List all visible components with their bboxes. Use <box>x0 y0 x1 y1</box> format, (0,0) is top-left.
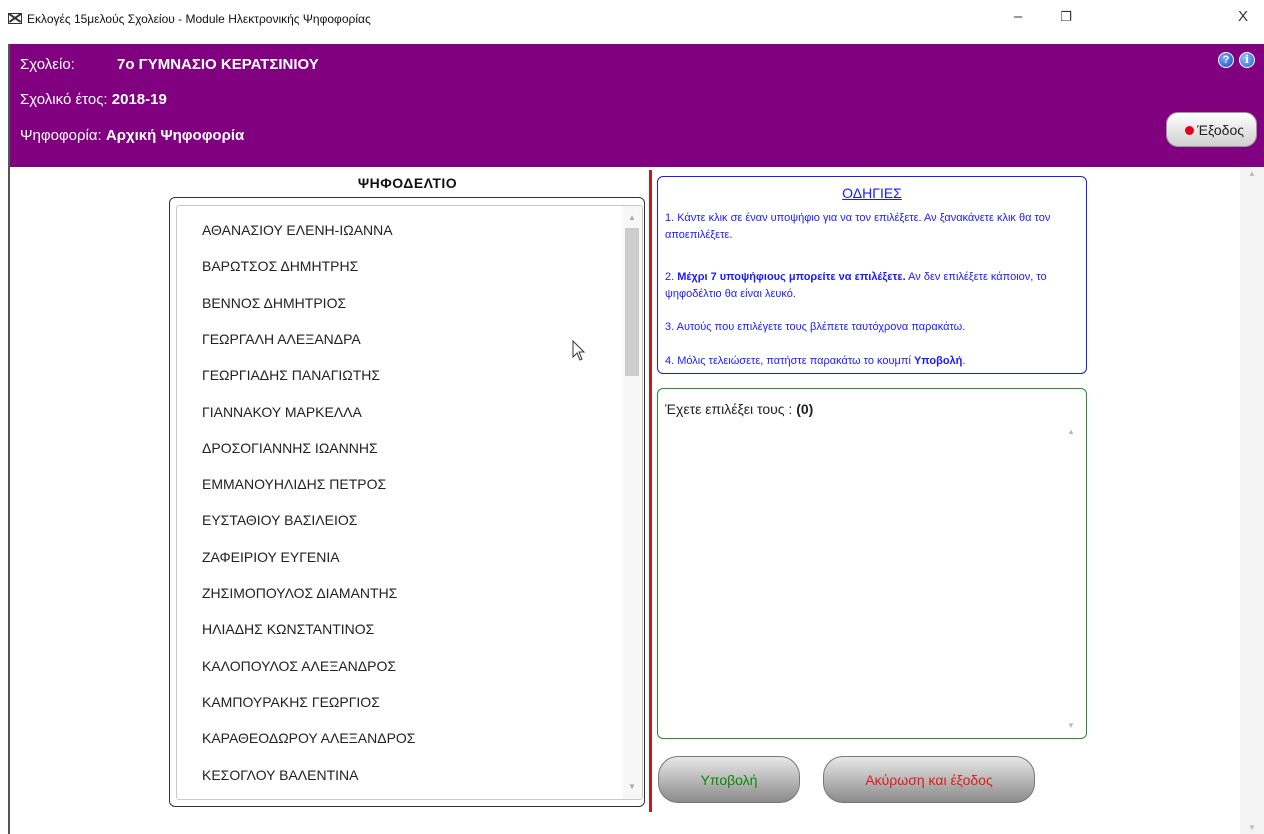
mouse-pointer-icon <box>572 340 586 361</box>
candidate-list-scrollbar[interactable]: ▲ ▼ <box>622 206 642 799</box>
red-dot-icon <box>1185 126 1194 135</box>
selected-label: Έχετε επιλέξει τους : (0) <box>665 401 813 417</box>
selected-count: (0) <box>796 401 814 417</box>
candidate-item[interactable]: ΚΑΜΠΟΥΡΑΚΗΣ ΓΕΩΡΓΙΟΣ <box>202 694 380 710</box>
vote-label: Ψηφοφορία: <box>20 127 102 144</box>
instructions-panel: ΟΔΗΓΙΕΣ 1. Κάντε κλικ σε έναν υποψήφιο γ… <box>657 176 1087 374</box>
scroll-up-icon[interactable]: ▲ <box>622 210 642 226</box>
instruction-2-bold: Μέχρι 7 υποψήφιους μπορείτε να επιλέξετε… <box>677 271 906 283</box>
help-icon[interactable]: ? <box>1218 52 1234 68</box>
school-row: Σχολείο: 7ο ΓΥΜΝΑΣΙΟ ΚΕΡΑΤΣΙΝΙΟΥ <box>20 56 319 73</box>
school-value: 7ο ΓΥΜΝΑΣΙΟ ΚΕΡΑΤΣΙΝΙΟΥ <box>117 56 319 73</box>
cancel-and-exit-button[interactable]: Ακύρωση και έξοδος <box>823 756 1035 803</box>
candidate-item[interactable]: ΕΥΣΤΑΘΙΟΥ ΒΑΣΙΛΕΙΟΣ <box>202 512 357 528</box>
school-label: Σχολείο: <box>20 56 75 73</box>
instruction-4: 4. Μόλις τελειώσετε, πατήστε παρακάτω το… <box>665 353 1080 370</box>
close-button[interactable]: X <box>1228 6 1258 28</box>
vote-value: Αρχική Ψηφοφορία <box>105 127 245 144</box>
candidate-item[interactable]: ΓΕΩΡΓΑΛΗ ΑΛΕΞΑΝΔΡΑ <box>202 331 361 347</box>
candidate-item[interactable]: ΑΘΑΝΑΣΙΟΥ ΕΛΕΝΗ-ΙΩΑΝΝΑ <box>202 222 393 238</box>
candidate-item[interactable]: ΒΕΝΝΟΣ ΔΗΜΗΤΡΙΟΣ <box>202 295 346 311</box>
scroll-down-icon[interactable]: ▼ <box>622 779 642 795</box>
instruction-3: 3. Αυτούς που επιλέγετε τους βλέπετε ταυ… <box>665 321 966 333</box>
exit-button[interactable]: Έξοδος <box>1166 112 1257 147</box>
candidate-item[interactable]: ΓΙΑΝΝΑΚΟΥ ΜΑΡΚΕΛΛΑ <box>202 404 362 420</box>
page-scrollbar[interactable]: ▲ ▼ <box>1240 167 1264 834</box>
candidate-item[interactable]: ΚΑΛΟΠΟΥΛΟΣ ΑΛΕΞΑΝΔΡΟΣ <box>202 658 396 674</box>
submit-button[interactable]: Υποβολή <box>658 756 800 803</box>
minimize-button[interactable]: – <box>1003 6 1033 28</box>
maximize-button[interactable]: ❐ <box>1051 6 1081 28</box>
instructions-title: ΟΔΗΓΙΕΣ <box>842 185 902 201</box>
candidate-item[interactable]: ΖΗΣΙΜΟΠΟΥΛΟΣ ΔΙΑΜΑΝΤΗΣ <box>202 585 397 601</box>
selected-label-text: Έχετε επιλέξει τους : <box>665 401 797 417</box>
scroll-up-icon[interactable]: ▲ <box>1240 169 1264 178</box>
header-banner: Σχολείο: 7ο ΓΥΜΝΑΣΙΟ ΚΕΡΑΤΣΙΝΙΟΥ Σχολικό… <box>10 44 1264 167</box>
scroll-thumb[interactable] <box>625 228 639 376</box>
candidate-item[interactable]: ΗΛΙΑΔΗΣ ΚΩΝΣΤΑΝΤΙΝΟΣ <box>202 621 374 637</box>
candidate-list[interactable]: ΑΘΑΝΑΣΙΟΥ ΕΛΕΝΗ-ΙΩΑΝΝΑ ΒΑΡΩΤΣΟΣ ΔΗΜΗΤΡΗΣ Β… <box>176 205 643 800</box>
info-icon[interactable]: i <box>1239 52 1255 68</box>
year-value: 2018-19 <box>111 91 167 108</box>
selected-list[interactable]: ▲ ▼ <box>664 427 1080 732</box>
instruction-4-suffix: . <box>962 355 966 367</box>
window-title: Εκλογές 15μελούς Σχολείου - Module Ηλεκτ… <box>27 12 371 26</box>
candidate-item[interactable]: ΕΜΜΑΝΟΥΗΛΙΔΗΣ ΠΕΤΡΟΣ <box>202 476 386 492</box>
scroll-down-icon[interactable]: ▼ <box>1062 721 1080 730</box>
year-row: Σχολικό έτος: 2018-19 <box>20 91 167 108</box>
selected-list-scrollbar[interactable]: ▲ ▼ <box>1062 427 1080 732</box>
candidate-item[interactable]: ΖΑΦΕΙΡΙΟΥ ΕΥΓΕΝΙΑ <box>202 549 340 565</box>
scroll-down-icon[interactable]: ▼ <box>1240 823 1264 832</box>
instruction-2-prefix: 2. <box>665 271 678 283</box>
exit-label: Έξοδος <box>1197 122 1244 138</box>
red-divider <box>649 170 652 812</box>
candidate-item[interactable]: ΒΑΡΩΤΣΟΣ ΔΗΜΗΤΡΗΣ <box>202 258 358 274</box>
title-bar: Εκλογές 15μελούς Σχολείου - Module Ηλεκτ… <box>0 0 1264 44</box>
candidate-item[interactable]: ΓΕΩΡΓΙΑΔΗΣ ΠΑΝΑΓΙΩΤΗΣ <box>202 367 380 383</box>
candidate-item[interactable]: ΚΑΡΑΘΕΟΔΩΡΟΥ ΑΛΕΞΑΝΔΡΟΣ <box>202 730 415 746</box>
candidate-item[interactable]: ΚΕΣΟΓΛΟΥ ΒΑΛΕΝΤΙΝΑ <box>202 767 358 783</box>
candidate-item[interactable]: ΔΡΟΣΟΓΙΑΝΝΗΣ ΙΩΑΝΝΗΣ <box>202 440 378 456</box>
vote-row: Ψηφοφορία: Αρχική Ψηφοφορία <box>20 127 244 144</box>
instruction-2: 2. Μέχρι 7 υποψήφιους μπορείτε να επιλέξ… <box>665 269 1080 303</box>
instruction-4-bold: Υποβολή <box>913 355 963 367</box>
envelope-icon <box>8 13 22 24</box>
selected-candidates-panel: Έχετε επιλέξει τους : (0) ▲ ▼ <box>657 388 1087 739</box>
instruction-1: 1. Κάντε κλικ σε έναν υποψήφιο για να το… <box>665 212 1051 241</box>
scroll-up-icon[interactable]: ▲ <box>1062 427 1080 436</box>
instruction-4-prefix: 4. Μόλις τελειώσετε, πατήστε παρακάτω το… <box>665 355 914 367</box>
ballot-title: ΨΗΦΟΔΕΛΤΙΟ <box>357 175 458 191</box>
year-label: Σχολικό έτος: <box>20 91 108 108</box>
